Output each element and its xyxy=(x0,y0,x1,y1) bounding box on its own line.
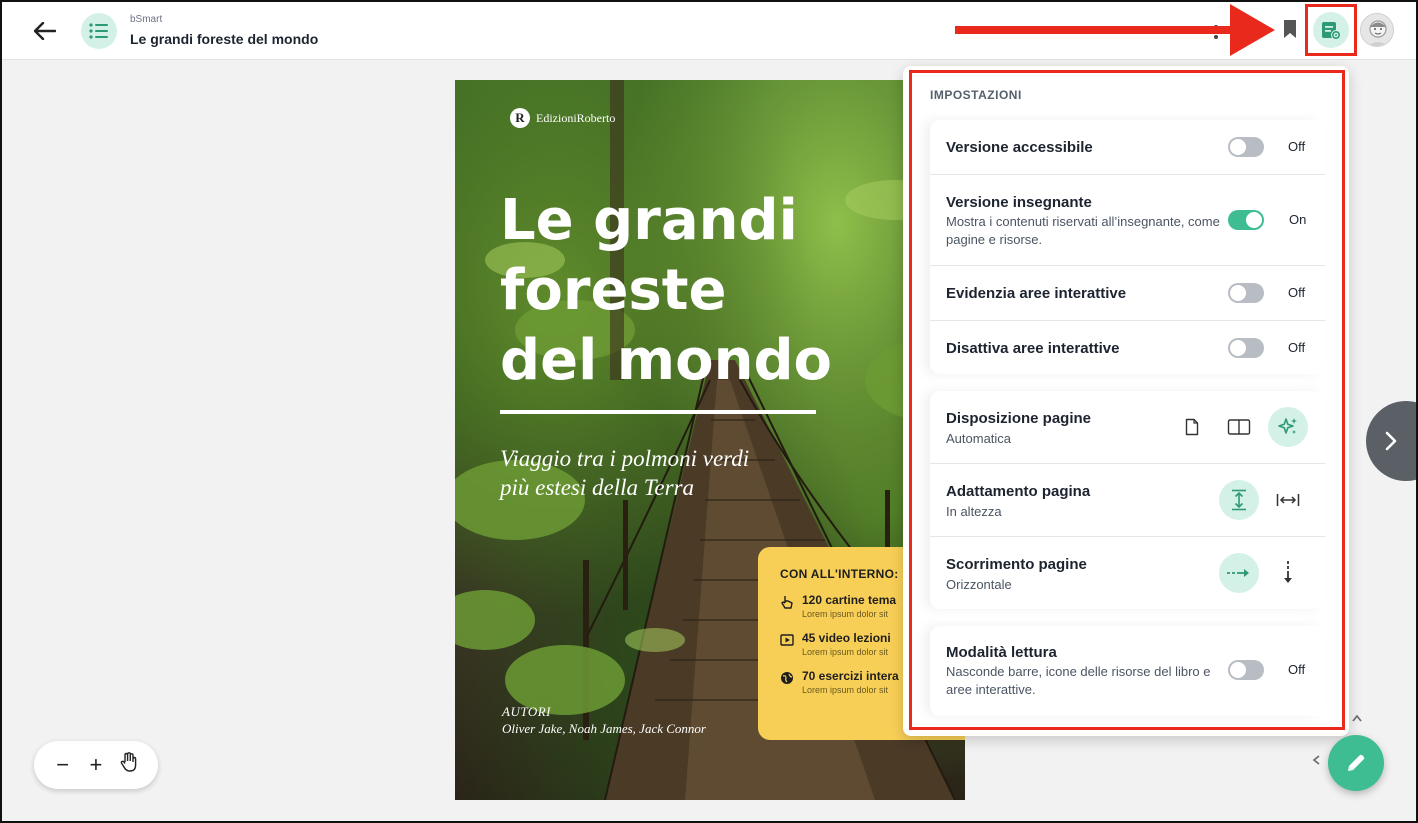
horizontal-scroll-button[interactable] xyxy=(1219,553,1259,593)
horizontal-arrow-icon xyxy=(1227,569,1249,577)
setting-title: Versione accessibile xyxy=(946,139,1093,156)
table-of-contents-button[interactable] xyxy=(81,13,117,49)
toggle-state: Off xyxy=(1288,139,1306,154)
pan-hand-icon[interactable] xyxy=(118,752,140,778)
user-avatar[interactable] xyxy=(1360,13,1394,47)
back-arrow-icon[interactable] xyxy=(30,16,60,46)
fit-width-button[interactable] xyxy=(1268,480,1308,520)
setting-title: Versione insegnante xyxy=(946,194,1092,211)
annotate-button[interactable] xyxy=(1328,735,1384,791)
setting-highlight-interactive: Evidenzia aree interattive Off xyxy=(930,266,1325,321)
setting-value: In altezza xyxy=(946,504,1002,519)
list-icon xyxy=(89,23,108,39)
setting-teacher-version: Versione insegnante Mostra i contenuti r… xyxy=(930,175,1325,266)
settings-reading-group: Modalità lettura Nasconde barre, icone d… xyxy=(930,626,1325,716)
toggle-state: Off xyxy=(1288,285,1306,300)
toggle-state: Off xyxy=(1288,340,1306,355)
settings-toggles-group: Versione accessibile Off Versione insegn… xyxy=(930,120,1325,374)
zoom-out-button[interactable]: − xyxy=(52,752,74,778)
vertical-scroll-button[interactable] xyxy=(1268,553,1308,593)
book-settings-button[interactable] xyxy=(1313,12,1349,48)
double-page-icon xyxy=(1227,419,1251,435)
setting-reading-mode: Modalità lettura Nasconde barre, icone d… xyxy=(930,626,1325,716)
reading-mode-toggle[interactable] xyxy=(1228,660,1264,680)
auto-layout-button[interactable] xyxy=(1268,407,1308,447)
settings-heading: IMPOSTAZIONI xyxy=(930,88,1022,102)
sparkle-icon xyxy=(1278,418,1297,434)
setting-accessible-version: Versione accessibile Off xyxy=(930,120,1325,175)
zoom-in-button[interactable]: + xyxy=(85,752,107,778)
teacher-version-toggle[interactable] xyxy=(1228,210,1264,230)
pencil-icon xyxy=(1348,754,1365,771)
book-title: Le grandi foreste del mondo xyxy=(130,31,319,47)
toggle-state: Off xyxy=(1288,662,1306,677)
globe-icon xyxy=(781,672,793,684)
setting-title: Scorrimento pagine xyxy=(946,556,1087,573)
authors-label: AUTORI xyxy=(502,704,551,719)
publisher: R EdizioniRoberto xyxy=(510,108,615,128)
single-page-icon xyxy=(1185,418,1199,436)
cover-title-line: Le grandi xyxy=(500,188,798,253)
fit-height-icon xyxy=(1232,489,1246,511)
publisher-name: EdizioniRoberto xyxy=(536,110,616,125)
hand-pointer-icon xyxy=(781,596,793,609)
cover-subtitle: Viaggio tra i polmoni verdi più estesi d… xyxy=(500,444,830,502)
setting-page-layout: Disposizione pagine Automatica xyxy=(930,391,1325,464)
double-page-button[interactable] xyxy=(1219,407,1259,447)
chevron-up-icon[interactable] xyxy=(1351,712,1363,726)
book-settings-icon xyxy=(1322,22,1341,40)
setting-title: Disattiva aree interattive xyxy=(946,340,1120,357)
toggle-state: On xyxy=(1289,212,1307,227)
vertical-arrow-icon xyxy=(1284,561,1292,583)
setting-title: Adattamento pagina xyxy=(946,483,1091,500)
accessible-version-toggle[interactable] xyxy=(1228,137,1264,157)
setting-value: Orizzontale xyxy=(946,577,1012,592)
fit-height-button[interactable] xyxy=(1219,480,1259,520)
disable-interactive-toggle[interactable] xyxy=(1228,338,1264,358)
cover-title-line: del mondo xyxy=(500,328,833,393)
top-bar: bSmart Le grandi foreste del mondo xyxy=(0,0,1418,60)
annotation-arrow-icon xyxy=(955,4,1275,56)
fit-width-icon xyxy=(1276,494,1300,506)
chevron-right-icon xyxy=(1385,431,1397,451)
setting-page-fit: Adattamento pagina In altezza xyxy=(930,464,1325,537)
setting-desc: Nasconde barre, icone delle risorse del … xyxy=(946,664,1211,697)
setting-title: Evidenzia aree interattive xyxy=(946,285,1127,302)
setting-page-scroll: Scorrimento pagine Orizzontale xyxy=(930,537,1325,609)
video-icon xyxy=(780,634,794,646)
single-page-button[interactable] xyxy=(1172,407,1212,447)
setting-disable-interactive: Disattiva aree interattive Off xyxy=(930,321,1325,374)
setting-title: Modalità lettura xyxy=(946,644,1057,661)
cover-title-line: foreste xyxy=(500,258,727,323)
authors: Oliver Jake, Noah James, Jack Connor xyxy=(502,721,706,736)
cover-subtitle-line: più estesi della Terra xyxy=(500,475,695,500)
cover-subtitle-line: Viaggio tra i polmoni verdi xyxy=(500,446,750,471)
next-page-button[interactable] xyxy=(1366,401,1418,481)
cover-title: Le grandi foreste del mondo xyxy=(500,186,840,396)
settings-layout-group: Disposizione pagine Automatica Adattamen… xyxy=(930,391,1325,609)
publisher-logo: R xyxy=(510,108,530,128)
setting-title: Disposizione pagine xyxy=(946,410,1092,427)
setting-desc: Mostra i contenuti riservati all’insegna… xyxy=(946,214,1220,247)
chevron-left-icon[interactable] xyxy=(1311,754,1321,769)
highlight-interactive-toggle[interactable] xyxy=(1228,283,1264,303)
cover-divider xyxy=(500,410,816,414)
book-cover[interactable]: R EdizioniRoberto Le grandi foreste del … xyxy=(455,80,965,800)
brand-label: bSmart xyxy=(130,14,163,25)
bookmark-icon[interactable] xyxy=(1282,19,1300,41)
zoom-controls: − + xyxy=(34,741,158,789)
